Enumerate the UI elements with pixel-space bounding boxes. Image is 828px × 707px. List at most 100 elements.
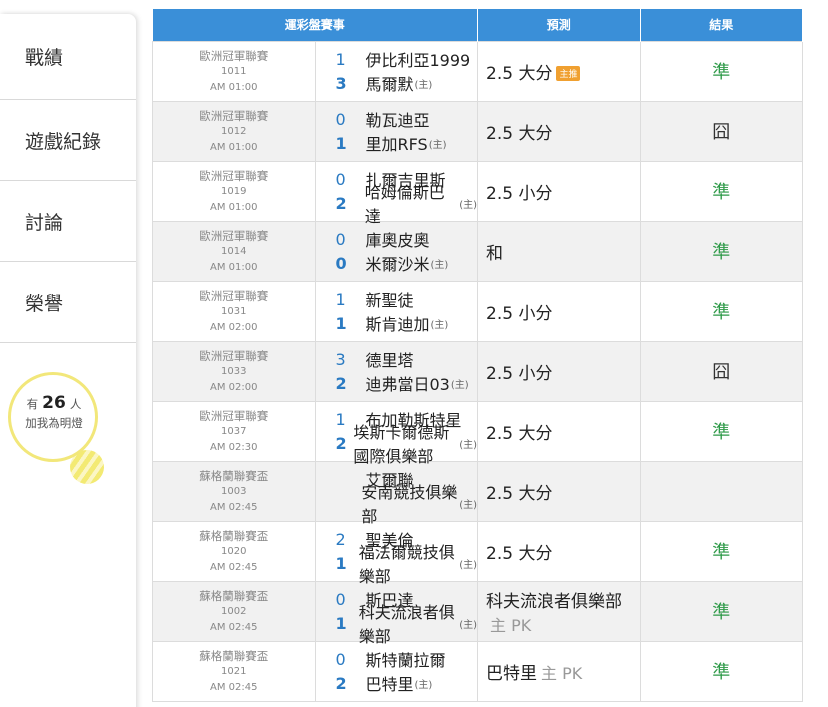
- prediction-cell: 2.5 大分: [477, 460, 641, 522]
- result-cell: 準: [639, 400, 803, 462]
- home-marker: (主): [414, 79, 433, 91]
- home-score: 2: [335, 673, 347, 693]
- table-row: 歐洲冠軍聯賽 1037 AM 02:30 1 布加勒斯特星 2 埃斯卡爾德斯國際俱樂部 (主)…: [152, 400, 803, 466]
- league-name: 歐洲冠軍聯賽: [199, 349, 269, 363]
- prediction-cell: 2.5 大分: [477, 400, 641, 462]
- match-code: 1021: [221, 666, 247, 677]
- sidebar-item-honor[interactable]: 榮譽: [0, 262, 136, 343]
- sidebar-item-discussion[interactable]: 討論: [0, 181, 136, 262]
- match-teams[interactable]: 2 聖美倫 1 福法爾競技俱樂部 (主): [314, 520, 478, 586]
- league-name: 蘇格蘭聯賽盃: [199, 529, 269, 543]
- prediction-text: 和: [486, 243, 503, 264]
- result-cell: 準: [639, 640, 803, 702]
- match-teams[interactable]: 0 庫奧皮奧 0 米爾沙米 (主): [314, 220, 478, 282]
- match-code: 1033: [221, 366, 247, 377]
- prediction-text: 2.5 小分: [486, 183, 553, 204]
- prediction-text: 巴特里: [486, 663, 537, 684]
- match-time: AM 02:00: [210, 382, 258, 393]
- league-name: 蘇格蘭聯賽盃: [199, 469, 269, 483]
- likes-suffix: 人: [69, 397, 82, 411]
- away-score: 0: [335, 649, 346, 669]
- away-score: 3: [335, 349, 346, 369]
- table-row: 歐洲冠軍聯賽 1033 AM 02:00 3 德里塔 2 迪弗當日03 (主) 2.5 小分 囧: [152, 340, 803, 402]
- likes-text: 有 26 人 加我為明燈: [14, 394, 94, 433]
- match-teams[interactable]: 1 布加勒斯特星 2 埃斯卡爾德斯國際俱樂部 (主): [314, 400, 478, 466]
- away-team: 伊比利亞1999: [365, 51, 471, 70]
- home-team: 迪弗當日03: [365, 375, 450, 394]
- match-info: 歐洲冠軍聯賽 1019 AM 01:00: [152, 160, 316, 222]
- table-row: 歐洲冠軍聯賽 1019 AM 01:00 0 扎爾吉里斯 2 哈姆倫斯巴達 (主) 2.5 小分…: [152, 160, 803, 226]
- prediction-cell: 2.5 大分 主推: [477, 40, 641, 102]
- home-team: 斯肯迪加: [365, 315, 430, 334]
- prediction-text: 2.5 小分: [486, 303, 553, 324]
- match-code: 1002: [221, 606, 247, 617]
- likes-caption: 加我為明燈: [25, 416, 83, 430]
- home-team-line: 1 福法爾競技俱樂部 (主): [335, 543, 478, 586]
- match-time: AM 01:00: [210, 202, 258, 213]
- pk-label: 主 PK: [490, 615, 532, 635]
- home-team: 米爾沙米: [365, 255, 430, 274]
- prediction-text: 2.5 大分: [486, 123, 553, 144]
- match-time: AM 02:00: [210, 322, 258, 333]
- away-score: 0: [335, 169, 346, 189]
- match-teams[interactable]: 1 新聖徒 1 斯肯迪加 (主): [314, 280, 478, 342]
- league-name: 歐洲冠軍聯賽: [199, 169, 269, 183]
- prediction-cell: 和: [477, 220, 641, 282]
- home-marker: (主): [450, 379, 469, 391]
- match-info: 歐洲冠軍聯賽 1011 AM 01:00: [152, 40, 316, 102]
- away-team: 庫奧皮奧: [365, 231, 430, 250]
- league-name: 歐洲冠軍聯賽: [199, 49, 269, 63]
- match-time: AM 01:00: [210, 262, 258, 273]
- away-team-line: 1 伊比利亞1999: [336, 47, 478, 71]
- match-info: 歐洲冠軍聯賽 1031 AM 02:00: [152, 280, 316, 342]
- away-score: 1: [335, 289, 346, 309]
- match-time: AM 01:00: [210, 82, 258, 93]
- home-marker: (主): [414, 679, 433, 691]
- match-teams[interactable]: 0 扎爾吉里斯 2 哈姆倫斯巴達 (主): [314, 160, 478, 226]
- home-score: 2: [335, 373, 347, 393]
- league-name: 歐洲冠軍聯賽: [199, 289, 269, 303]
- away-team: 勒瓦迪亞: [365, 111, 430, 130]
- match-time: AM 02:45: [210, 682, 258, 693]
- sidebar-item-label: 遊戲紀錄: [25, 130, 102, 153]
- match-info: 歐洲冠軍聯賽 1033 AM 02:00: [152, 340, 316, 402]
- prediction-text: 2.5 大分: [486, 63, 553, 84]
- home-team-line: 2 埃斯卡爾德斯國際俱樂部 (主): [336, 423, 478, 466]
- home-team: 巴特里: [365, 675, 414, 694]
- match-teams[interactable]: 0 勒瓦迪亞 1 里加RFS (主): [314, 100, 478, 162]
- match-time: AM 02:30: [210, 442, 258, 453]
- match-teams[interactable]: 艾爾聯 安南競技俱樂部 (主): [314, 460, 478, 526]
- prediction-cell: 2.5 小分: [477, 340, 641, 402]
- home-score: 1: [335, 313, 347, 333]
- sidebar-item-record[interactable]: 戰績: [0, 14, 136, 100]
- result-cell: 準: [639, 520, 803, 582]
- home-team-line: 1 科夫流浪者俱樂部 (主): [336, 603, 478, 646]
- result-cell: 準: [639, 40, 803, 102]
- match-teams[interactable]: 3 德里塔 2 迪弗當日03 (主): [314, 340, 478, 402]
- prediction-cell: 2.5 大分: [477, 100, 641, 162]
- league-name: 歐洲冠軍聯賽: [199, 109, 269, 123]
- match-code: 1019: [221, 186, 247, 197]
- away-team: 斯特蘭拉爾: [365, 651, 446, 670]
- match-code: 1037: [221, 426, 247, 437]
- match-teams[interactable]: 1 伊比利亞1999 3 馬爾默 (主): [314, 40, 478, 102]
- home-team: 安南競技俱樂部: [361, 483, 458, 526]
- result-cell: [639, 460, 803, 522]
- match-teams[interactable]: 0 斯特蘭拉爾 2 巴特里 (主): [314, 640, 478, 702]
- light-bulb-button[interactable]: 有 26 人 加我為明燈: [8, 372, 118, 492]
- match-code: 1020: [221, 546, 247, 557]
- prediction-text: 2.5 小分: [486, 363, 553, 384]
- match-info: 歐洲冠軍聯賽 1012 AM 01:00: [152, 100, 316, 162]
- prediction-text: 2.5 大分: [486, 483, 553, 504]
- match-code: 1031: [221, 306, 247, 317]
- match-info: 蘇格蘭聯賽盃 1003 AM 02:45: [152, 460, 316, 522]
- home-score: 1: [335, 553, 347, 573]
- match-info: 歐洲冠軍聯賽 1037 AM 02:30: [152, 400, 316, 462]
- sidebar-item-game-history[interactable]: 遊戲紀錄: [0, 100, 136, 181]
- match-teams[interactable]: 0 斯巴達 1 科夫流浪者俱樂部 (主): [314, 580, 478, 646]
- table-row: 歐洲冠軍聯賽 1012 AM 01:00 0 勒瓦迪亞 1 里加RFS (主) 2.5 大分 囧: [152, 100, 803, 162]
- home-team: 里加RFS: [365, 135, 428, 154]
- home-team-line: 1 里加RFS (主): [336, 131, 478, 155]
- table-row: 蘇格蘭聯賽盃 1003 AM 02:45 艾爾聯 安南競技俱樂部 (主) 2.5 大分: [152, 460, 803, 526]
- away-team: 新聖徒: [365, 291, 414, 310]
